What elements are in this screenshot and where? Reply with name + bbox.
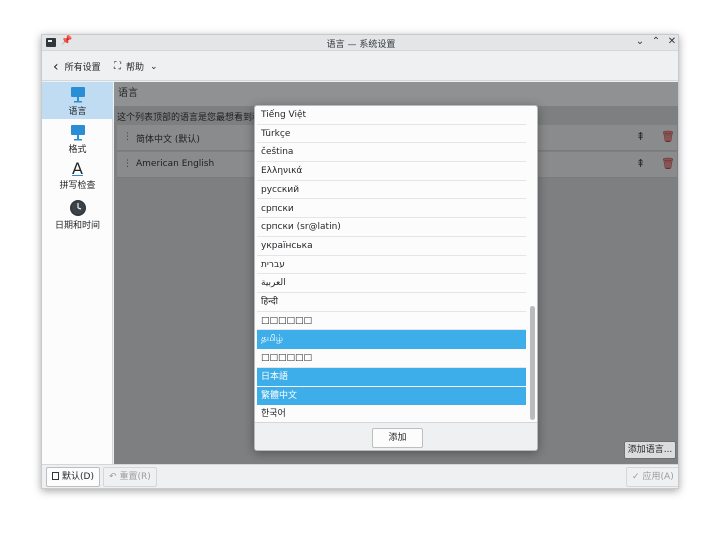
language-option[interactable]: 繁體中文	[257, 386, 526, 406]
language-option[interactable]: 日本語	[257, 367, 526, 387]
language-option[interactable]: русский	[257, 181, 526, 200]
apply-button[interactable]: ✓ 应用(A)	[626, 467, 678, 487]
delete-icon[interactable]: 🗑	[661, 157, 675, 170]
reset-button[interactable]: ↶ 重置(R)	[103, 467, 157, 487]
close-window-button[interactable]: ✕	[666, 36, 678, 47]
window-titlebar[interactable]: 📌 语言 — 系统设置 ⌄ ⌃ ✕	[42, 35, 678, 51]
maximize-window-button[interactable]: ⌃	[650, 36, 662, 47]
sidebar-item-label: 语言	[68, 107, 87, 117]
defaults-label: 默认(D)	[62, 472, 94, 482]
formats-icon	[70, 125, 85, 141]
sidebar: 语言 格式 A 拼写检查 日期和时间	[42, 82, 113, 464]
add-language-button[interactable]: 添加语言...	[624, 441, 676, 459]
window-title: 语言 — 系统设置	[326, 40, 396, 50]
spellcheck-icon: A	[72, 159, 83, 178]
apply-label: 应用(A)	[642, 472, 674, 482]
delete-icon[interactable]: 🗑	[661, 130, 675, 143]
defaults-button[interactable]: 默认(D)	[46, 467, 100, 487]
clock-icon	[69, 200, 86, 216]
language-option[interactable]: Tiếng Việt	[257, 106, 526, 125]
page-description: 这个列表顶部的语言是您最想看到和	[117, 113, 262, 123]
sidebar-item-language[interactable]: 语言	[42, 82, 113, 119]
sidebar-item-date-time[interactable]: 日期和时间	[42, 196, 113, 233]
desktop-background: 📌 语言 — 系统设置 ⌄ ⌃ ✕ ‹ 所有设置 ⛶ 帮助 ⌄ 语言 格式 A …	[0, 0, 720, 538]
undo-icon: ↶	[109, 472, 117, 482]
reset-label: 重置(R)	[119, 472, 151, 482]
bottom-button-bar: 默认(D) ↶ 重置(R) ✓ 应用(A)	[42, 464, 678, 488]
language-picker-list[interactable]: Tiếng Việt Türkçe čeština Ελληνικά русский ср…	[255, 106, 527, 422]
language-option[interactable]: □□□□□□	[257, 312, 526, 331]
back-icon: ‹	[53, 58, 59, 75]
help-icon: ⛶	[114, 61, 121, 72]
language-option[interactable]: हिन्दी	[257, 293, 526, 312]
scrollbar-thumb[interactable]	[530, 306, 535, 420]
language-name: 简体中文 (默认)	[136, 135, 200, 145]
all-settings-label: 所有设置	[64, 63, 101, 73]
sidebar-item-spellcheck[interactable]: A 拼写检查	[42, 158, 113, 195]
all-settings-button[interactable]: ‹ 所有设置	[53, 52, 101, 81]
language-name: American English	[136, 159, 215, 169]
sidebar-item-label: 日期和时间	[54, 221, 100, 231]
sidebar-item-label: 格式	[68, 145, 87, 155]
language-option[interactable]: العربية	[257, 274, 526, 293]
language-option[interactable]: српски (sr@latin)	[257, 218, 526, 237]
language-option[interactable]: 한국어	[257, 405, 526, 422]
add-button[interactable]: 添加	[372, 428, 423, 448]
language-option[interactable]: українська	[257, 237, 526, 256]
drag-handle-icon[interactable]: ⋮	[123, 132, 132, 142]
language-option[interactable]: தமிழ்	[257, 330, 526, 350]
drag-handle-icon[interactable]: ⋮	[123, 159, 132, 169]
language-option[interactable]: עברית	[257, 256, 526, 275]
language-option[interactable]: српски	[257, 200, 526, 219]
check-icon: ✓	[632, 472, 640, 482]
toolbar: ‹ 所有设置 ⛶ 帮助 ⌄	[42, 52, 678, 81]
help-label: 帮助	[126, 63, 145, 73]
page-title: 语言	[114, 82, 678, 106]
language-icon	[70, 87, 85, 103]
language-option[interactable]: Ελληνικά	[257, 162, 526, 181]
help-menu-button[interactable]: ⛶ 帮助 ⌄	[114, 52, 158, 81]
language-option[interactable]: □□□□□□	[257, 349, 526, 368]
add-language-popup: Tiếng Việt Türkçe čeština Ελληνικά русский ср…	[254, 105, 538, 451]
sidebar-item-formats[interactable]: 格式	[42, 120, 113, 157]
move-to-top-icon[interactable]: ⇞	[636, 157, 645, 170]
popup-footer: 添加	[255, 422, 537, 450]
chevron-down-icon: ⌄	[150, 61, 158, 72]
scrollbar[interactable]	[529, 106, 537, 422]
collapse-window-button[interactable]: ⌄	[634, 36, 646, 47]
defaults-icon	[52, 472, 59, 480]
move-to-top-icon[interactable]: ⇞	[636, 130, 645, 143]
language-option[interactable]: čeština	[257, 143, 526, 163]
sidebar-item-label: 拼写检查	[59, 181, 96, 191]
language-option[interactable]: Türkçe	[257, 125, 526, 144]
